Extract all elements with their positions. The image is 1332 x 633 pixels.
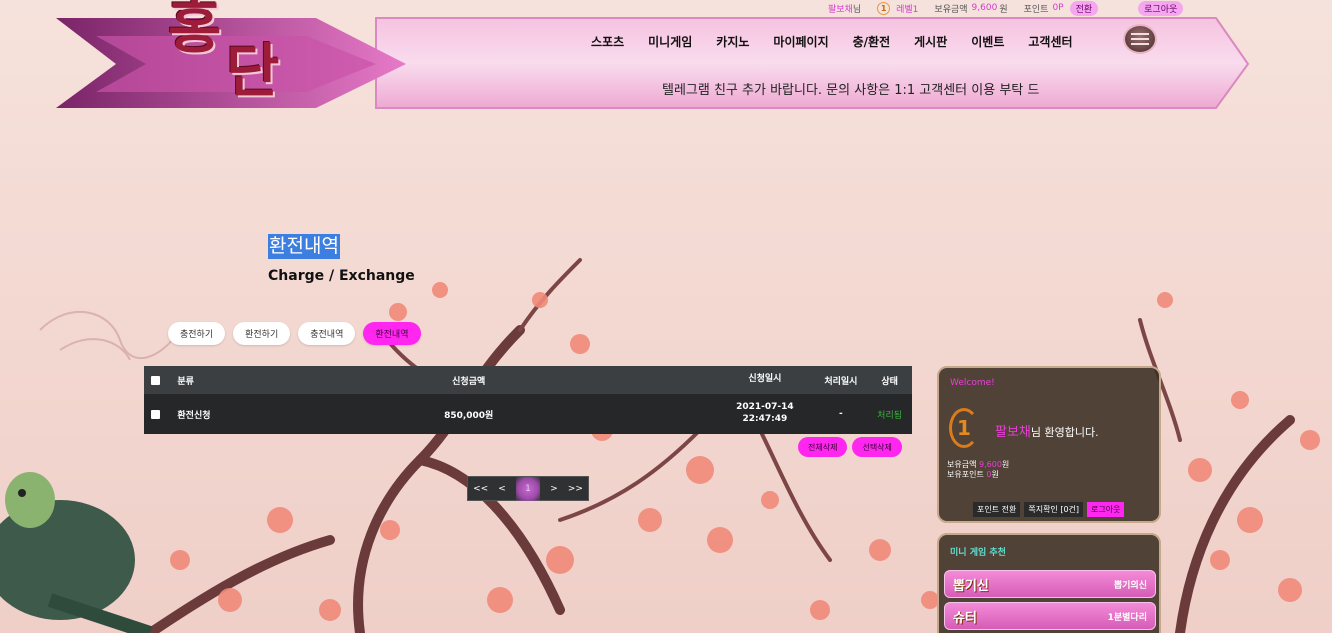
- username: 팔보채: [828, 4, 853, 15]
- row-status: 처리됨: [877, 410, 903, 421]
- header-processed: 처리일시: [824, 376, 858, 387]
- exchange-history-table: 분류 신청금액 신청일시 처리일시 상태 환전신청 850,000원 2021-…: [144, 366, 912, 434]
- level-label: 레벨1: [896, 4, 919, 15]
- messages-button[interactable]: 쪽지확인 [0건]: [1024, 502, 1084, 517]
- welcome-logout-button[interactable]: 로그아웃: [1087, 502, 1125, 517]
- delete-all-button[interactable]: 전체삭제: [798, 437, 848, 457]
- minigame-logo: 뽑기신: [953, 578, 989, 594]
- welcome-greeting: 팔보채님 환영합니다.: [995, 421, 1099, 440]
- minigame-item[interactable]: 슈터 1분별다리: [944, 602, 1156, 630]
- site-logo[interactable]: 홍 단: [168, 0, 279, 100]
- main-nav: 스포츠 미니게임 카지노 마이페이지 충/환전 게시판 이벤트 고객센터: [591, 33, 1097, 50]
- point-convert-button[interactable]: 포인트 전환: [973, 502, 1021, 517]
- welcome-balances: 보유금액 9,600원 보유포인트 0원: [947, 460, 1009, 481]
- welcome-balance-value: 9,600: [979, 460, 1002, 469]
- nav-minigame[interactable]: 미니게임: [648, 33, 692, 50]
- row-requested-date: 2021-07-14: [736, 402, 794, 413]
- nav-board[interactable]: 게시판: [914, 33, 947, 50]
- nav-sports[interactable]: 스포츠: [591, 33, 624, 50]
- minigame-name: 1분별다리: [1107, 612, 1147, 623]
- tab-exchange[interactable]: 환전하기: [233, 322, 291, 345]
- welcome-panel: Welcome! 1 팔보채님 환영합니다. 보유금액 9,600원 보유포인트…: [937, 366, 1161, 523]
- table-actions: 전체삭제 선택삭제: [798, 437, 902, 457]
- nav-charge-exchange[interactable]: 충/환전: [853, 33, 891, 50]
- page-next-button[interactable]: >: [550, 484, 558, 494]
- welcome-balance-unit: 원: [1001, 460, 1010, 469]
- minigame-item[interactable]: 뽑기신 뽑기의신: [944, 570, 1156, 598]
- level-icon: 1: [877, 1, 891, 15]
- page-first-button[interactable]: <<: [473, 484, 488, 494]
- row-requested-time: 22:47:49: [742, 414, 788, 424]
- welcome-title: Welcome!: [950, 378, 995, 388]
- hamburger-menu-icon[interactable]: [1123, 24, 1157, 54]
- nav-customer-center[interactable]: 고객센터: [1028, 33, 1072, 50]
- minigame-logo: 슈터: [953, 610, 977, 626]
- welcome-username: 팔보채: [995, 425, 1031, 440]
- tab-charge-history[interactable]: 충전내역: [298, 322, 356, 345]
- row-checkbox[interactable]: [144, 409, 167, 419]
- header-amount: 신청금액: [452, 376, 486, 387]
- nav-mypage[interactable]: 마이페이지: [773, 33, 828, 50]
- point-value: 0P: [1052, 3, 1064, 13]
- notice-ticker: 텔레그램 친구 추가 바랍니다. 문의 사항은 1:1 고객센터 이용 부탁 드: [662, 83, 1040, 98]
- tab-charge[interactable]: 충전하기: [168, 322, 226, 345]
- page-title: 환전내역: [268, 234, 340, 259]
- balance-label: 보유금액: [934, 4, 968, 15]
- minigame-recommend-panel: 미니 게임 추천 뽑기신 뽑기의신 슈터 1분별다리: [937, 533, 1161, 633]
- balance-value: 9,600: [971, 3, 998, 13]
- select-all-checkbox[interactable]: [144, 375, 167, 385]
- point-label: 포인트: [1023, 4, 1049, 15]
- convert-button[interactable]: 전환: [1069, 0, 1099, 16]
- row-requested: 2021-07-14 22:47:49: [715, 402, 814, 425]
- welcome-actions: 포인트 전환 쪽지확인 [0건] 로그아웃: [973, 502, 1125, 517]
- minigame-title: 미니 게임 추천: [950, 548, 1006, 558]
- page-prev-button[interactable]: <: [498, 484, 506, 494]
- welcome-point-label: 보유포인트: [947, 470, 984, 480]
- logo-char-2: 단: [226, 37, 279, 105]
- page-subtitle: Charge / Exchange: [268, 268, 415, 284]
- delete-selected-button[interactable]: 선택삭제: [852, 437, 902, 457]
- level-icon: 1: [949, 408, 979, 448]
- pagination: << < 1 > >>: [467, 476, 589, 501]
- nav-casino[interactable]: 카지노: [716, 33, 749, 50]
- logo-char-1: 홍: [168, 0, 221, 61]
- tab-exchange-history[interactable]: 환전내역: [363, 322, 421, 345]
- tab-bar: 충전하기 환전하기 충전내역 환전내역: [168, 322, 421, 345]
- table-row: 환전신청 850,000원 2021-07-14 22:47:49 - 처리됨: [144, 394, 912, 434]
- header-requested: 신청일시: [748, 374, 782, 385]
- welcome-point-unit: 원: [991, 470, 999, 480]
- user-status-bar: 팔보채 님 1 레벨1 보유금액 9,600 원 포인트 0P 전환 로그아웃: [828, 0, 1184, 16]
- balance-unit: 원: [999, 4, 1008, 15]
- nav-event[interactable]: 이벤트: [971, 33, 1004, 50]
- header-status: 상태: [881, 376, 898, 387]
- row-processed: -: [839, 409, 843, 419]
- page-last-button[interactable]: >>: [568, 484, 583, 494]
- welcome-greeting-suffix: 님 환영합니다.: [1030, 426, 1099, 439]
- minigame-name: 뽑기의신: [1113, 580, 1147, 591]
- row-amount: 850,000원: [444, 410, 494, 421]
- row-category: 환전신청: [177, 410, 211, 421]
- welcome-balance-label: 보유금액: [947, 460, 977, 469]
- table-header-row: 분류 신청금액 신청일시 처리일시 상태: [144, 366, 912, 394]
- logout-button[interactable]: 로그아웃: [1138, 0, 1184, 16]
- page-current[interactable]: 1: [515, 476, 540, 501]
- username-suffix: 님: [852, 4, 862, 15]
- header-category: 분류: [177, 376, 194, 387]
